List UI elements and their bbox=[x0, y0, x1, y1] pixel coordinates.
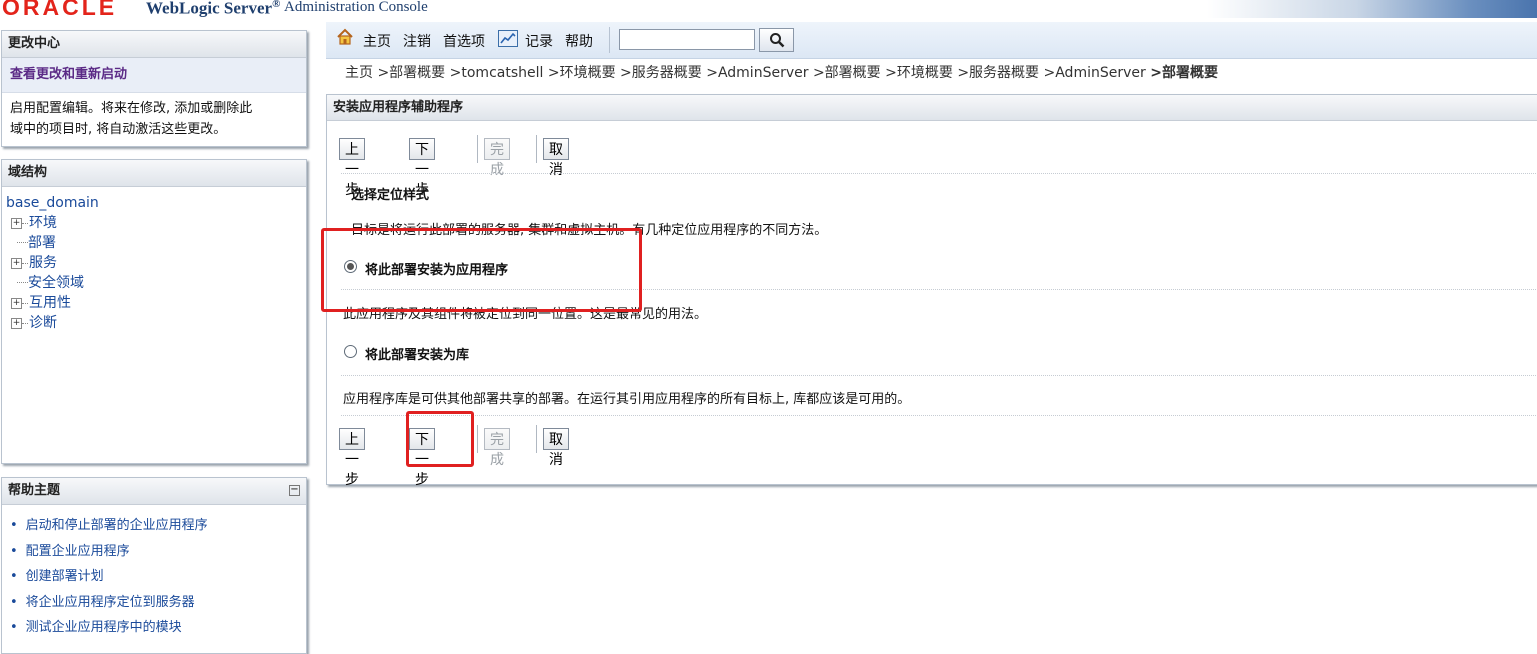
breadcrumb-item[interactable]: >AdminServer bbox=[706, 65, 808, 81]
button-separator bbox=[536, 135, 537, 163]
breadcrumb-current: >部署概要 bbox=[1150, 65, 1218, 81]
expand-icon[interactable]: + bbox=[11, 257, 22, 269]
search-icon bbox=[769, 33, 784, 48]
home-icon[interactable] bbox=[336, 28, 354, 46]
help-topics-panel: 帮助主题 − 启动和停止部署的企业应用程序 配置企业应用程序 创建部署计划 将企… bbox=[1, 477, 307, 654]
header-gradient bbox=[1207, 0, 1537, 18]
help-topic-link[interactable]: 将企业应用程序定位到服务器 bbox=[10, 590, 306, 616]
next-button[interactable]: 下一步 bbox=[409, 138, 435, 197]
tree-connector bbox=[22, 322, 28, 324]
tree-connector bbox=[17, 282, 28, 284]
view-changes-link[interactable]: 查看更改和重新启动 bbox=[2, 58, 306, 93]
annotation-box-option bbox=[321, 228, 642, 312]
tree-node-label[interactable]: 部署 bbox=[28, 233, 56, 253]
button-separator bbox=[477, 135, 478, 163]
finish-button: 完成 bbox=[484, 428, 510, 467]
tree-node-label[interactable]: 互用性 bbox=[29, 293, 71, 313]
tree-node-environment[interactable]: + 环境 bbox=[6, 213, 302, 233]
console-name: Administration Console bbox=[284, 0, 428, 15]
tree-node-services[interactable]: + 服务 bbox=[6, 253, 302, 273]
breadcrumb-item[interactable]: 主页 bbox=[345, 65, 373, 81]
breadcrumb-item[interactable]: >服务器概要 bbox=[957, 65, 1039, 81]
button-separator bbox=[536, 425, 537, 453]
help-link[interactable]: 帮助 bbox=[565, 31, 593, 51]
collapse-icon[interactable]: − bbox=[289, 485, 300, 496]
annotation-box-next bbox=[406, 411, 474, 467]
tree-connector bbox=[22, 262, 28, 264]
change-text-line: 启用配置编辑。将来在修改, 添加或删除此 bbox=[10, 101, 253, 116]
divider bbox=[341, 375, 1537, 376]
help-topic-link[interactable]: 配置企业应用程序 bbox=[10, 539, 306, 565]
breadcrumb-item[interactable]: >服务器概要 bbox=[620, 65, 702, 81]
breadcrumb-item[interactable]: >环境概要 bbox=[885, 65, 953, 81]
oracle-logo: ORACLE bbox=[2, 0, 118, 18]
breadcrumb-item[interactable]: >部署概要 bbox=[813, 65, 881, 81]
domain-structure-title: 域结构 bbox=[2, 160, 306, 187]
tree-connector bbox=[22, 302, 28, 304]
help-title-text: 帮助主题 bbox=[8, 483, 61, 498]
breadcrumb: 主页 >部署概要 >tomcatshell >环境概要 >服务器概要 >Admi… bbox=[345, 62, 1218, 82]
section-title: 选择定位样式 bbox=[351, 188, 430, 203]
record-icon[interactable] bbox=[498, 30, 518, 47]
option-library-description: 应用程序库是可供其他部署共享的部署。在运行其引用应用程序的所有目标上, 库都应该… bbox=[343, 392, 911, 407]
logout-link[interactable]: 注销 bbox=[403, 31, 431, 51]
back-button[interactable]: 上一步 bbox=[339, 428, 365, 487]
tree-node-label[interactable]: 服务 bbox=[29, 253, 57, 273]
breadcrumb-item[interactable]: >AdminServer bbox=[1044, 65, 1146, 81]
divider bbox=[341, 415, 1537, 416]
home-link[interactable]: 主页 bbox=[363, 31, 391, 51]
preferences-link[interactable]: 首选项 bbox=[443, 31, 485, 51]
change-text-line: 域中的项目时, 将自动激活这些更改。 bbox=[10, 122, 227, 137]
tree-root-base-domain[interactable]: base_domain bbox=[6, 193, 302, 213]
expand-icon[interactable]: + bbox=[11, 317, 22, 329]
expand-icon[interactable]: + bbox=[11, 297, 22, 309]
change-center-text: 启用配置编辑。将来在修改, 添加或删除此 域中的项目时, 将自动激活这些更改。 bbox=[2, 93, 306, 145]
search-input[interactable] bbox=[619, 29, 755, 50]
record-link[interactable]: 记录 bbox=[525, 31, 553, 51]
domain-structure-panel: 域结构 base_domain + 环境 部署 + 服务 安全领域 + 互用性 + 诊断 bbox=[1, 159, 307, 464]
change-center-panel: 更改中心 查看更改和重新启动 启用配置编辑。将来在修改, 添加或删除此 域中的项… bbox=[1, 30, 307, 147]
search-button[interactable] bbox=[759, 28, 794, 52]
help-topics-list: 启动和停止部署的企业应用程序 配置企业应用程序 创建部署计划 将企业应用程序定位… bbox=[2, 505, 306, 641]
wizard-title: 安装应用程序辅助程序 bbox=[327, 95, 1537, 121]
tree-node-label[interactable]: 诊断 bbox=[29, 313, 57, 333]
expand-icon[interactable]: + bbox=[11, 217, 22, 229]
divider bbox=[341, 173, 1537, 174]
top-toolbar: 主页 注销 首选项 记录 帮助 bbox=[326, 22, 1537, 59]
option-library-label[interactable]: 将此部署安装为库 bbox=[365, 344, 469, 363]
cancel-button[interactable]: 取消 bbox=[543, 428, 569, 467]
breadcrumb-item[interactable]: >环境概要 bbox=[548, 65, 616, 81]
button-separator bbox=[477, 425, 478, 453]
tree-connector bbox=[17, 242, 28, 244]
help-topic-link[interactable]: 创建部署计划 bbox=[10, 564, 306, 590]
tree-node-deployments[interactable]: 部署 bbox=[6, 233, 302, 253]
tree-connector bbox=[22, 222, 28, 224]
console-header: ORACLE WebLogic Server® Administration C… bbox=[0, 0, 1537, 18]
radio-install-as-library[interactable] bbox=[344, 345, 357, 358]
help-topics-title: 帮助主题 − bbox=[2, 478, 306, 505]
domain-tree: base_domain + 环境 部署 + 服务 安全领域 + 互用性 + 诊断 bbox=[2, 187, 306, 339]
tree-node-security-realms[interactable]: 安全领域 bbox=[6, 273, 302, 293]
tree-node-diagnostics[interactable]: + 诊断 bbox=[6, 313, 302, 333]
product-name: WebLogic Server® bbox=[146, 0, 281, 18]
help-topic-link[interactable]: 测试企业应用程序中的模块 bbox=[10, 615, 306, 641]
tree-node-label[interactable]: 环境 bbox=[29, 213, 57, 233]
cancel-button[interactable]: 取消 bbox=[543, 138, 569, 177]
toolbar-separator bbox=[609, 27, 610, 53]
tree-node-interoperability[interactable]: + 互用性 bbox=[6, 293, 302, 313]
breadcrumb-item[interactable]: >部署概要 bbox=[377, 65, 445, 81]
back-button[interactable]: 上一步 bbox=[339, 138, 365, 197]
breadcrumb-item[interactable]: >tomcatshell bbox=[450, 65, 544, 81]
help-topic-link[interactable]: 启动和停止部署的企业应用程序 bbox=[10, 513, 306, 539]
tree-node-label[interactable]: 安全领域 bbox=[28, 273, 84, 293]
change-center-title: 更改中心 bbox=[2, 31, 306, 58]
finish-button: 完成 bbox=[484, 138, 510, 177]
